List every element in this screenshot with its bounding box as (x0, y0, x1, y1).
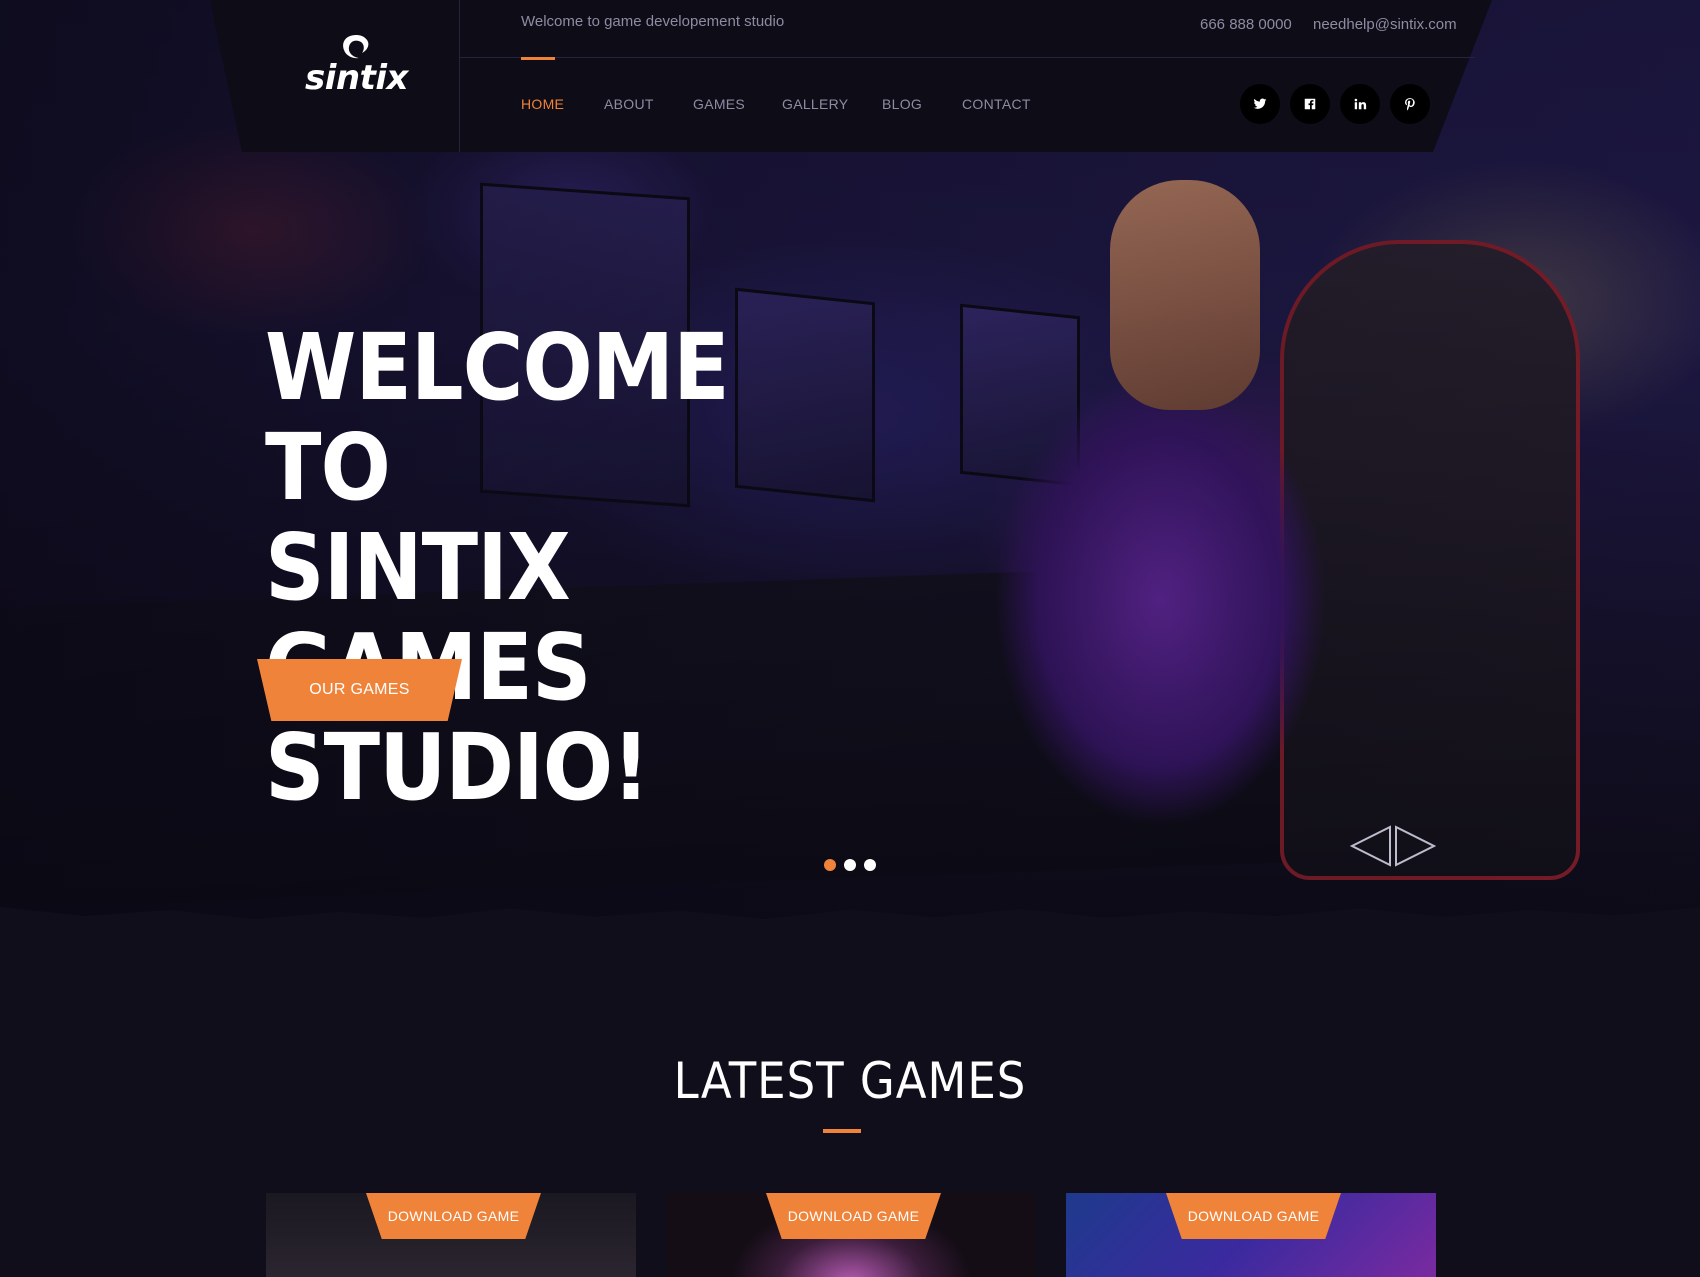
header-tagline: Welcome to game developement studio (521, 13, 785, 30)
game-card[interactable]: DOWNLOAD GAME (666, 1193, 1036, 1277)
pinterest-icon (1405, 98, 1415, 111)
nav-contact[interactable]: CONTACT (962, 96, 1031, 112)
nav-active-indicator (521, 57, 555, 60)
facebook-icon (1304, 98, 1316, 110)
hero-title: WELCOME TO SINTIX GAMES STUDIO! (265, 318, 865, 818)
section-title: LATEST GAMES (673, 1052, 1027, 1110)
section-title-underline (823, 1129, 861, 1133)
nav-blog[interactable]: BLOG (882, 96, 922, 112)
our-games-button[interactable]: OUR GAMES (257, 659, 462, 721)
header-email[interactable]: needhelp@sintix.com (1313, 16, 1457, 33)
nav-home[interactable]: HOME (521, 96, 564, 112)
pinterest-button[interactable] (1390, 84, 1430, 124)
linkedin-button[interactable] (1340, 84, 1380, 124)
slider-dot-2[interactable] (844, 859, 856, 871)
logo-text[interactable]: sintix (305, 58, 408, 98)
download-game-button[interactable]: DOWNLOAD GAME (766, 1193, 941, 1239)
next-slide-arrow-icon[interactable] (1394, 825, 1436, 867)
header-phone[interactable]: 666 888 0000 (1200, 16, 1292, 33)
twitter-button[interactable] (1240, 84, 1280, 124)
linkedin-icon (1354, 98, 1367, 110)
prev-slide-arrow-icon[interactable] (1350, 825, 1392, 867)
download-game-button[interactable]: DOWNLOAD GAME (1166, 1193, 1341, 1239)
game-card[interactable]: DOWNLOAD GAME (1066, 1193, 1436, 1277)
slider-dot-1[interactable] (824, 859, 836, 871)
nav-games[interactable]: GAMES (693, 96, 745, 112)
slider-dot-3[interactable] (864, 859, 876, 871)
twitter-icon (1253, 98, 1267, 109)
hero-title-line: WELCOME TO (265, 314, 730, 521)
header-divider (460, 57, 1475, 58)
nav-about[interactable]: ABOUT (604, 96, 654, 112)
download-game-button[interactable]: DOWNLOAD GAME (366, 1193, 541, 1239)
hero-title-line: STUDIO! (265, 714, 650, 821)
facebook-button[interactable] (1290, 84, 1330, 124)
nav-gallery[interactable]: GALLERY (782, 96, 848, 112)
slider-dots (824, 859, 876, 871)
game-card[interactable]: DOWNLOAD GAME (266, 1193, 636, 1277)
